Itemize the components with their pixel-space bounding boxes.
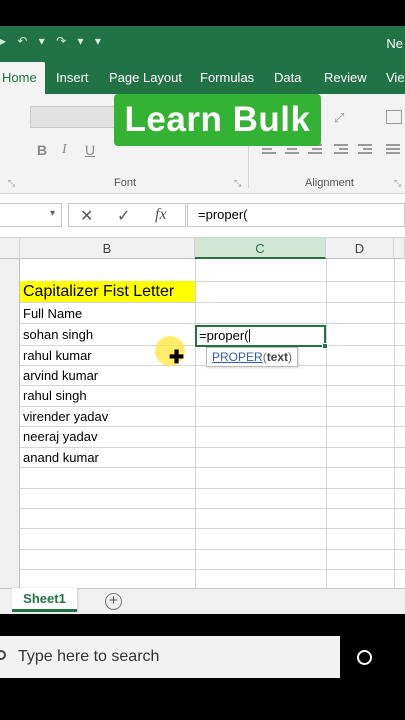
sheet-tabs-bar: Sheet1 + [0,588,405,614]
add-sheet-icon[interactable]: + [105,593,122,610]
chevron-down-icon[interactable]: ▾ [50,208,55,219]
gridline [20,488,405,489]
decrease-indent-icon[interactable] [334,144,348,156]
bold-button[interactable]: B [37,142,47,158]
orientation-icon[interactable]: ⤢ [334,110,348,125]
column-header-e[interactable] [394,238,405,259]
gridline [20,302,405,303]
tab-home[interactable]: Home [0,62,45,94]
wrap-text-icon[interactable] [386,110,402,124]
formula-bar: ▾ ✕ ✓ fx =proper( [0,194,405,238]
worksheet-grid[interactable]: B C D Capitalizer Fist Letter Full Name … [0,238,405,588]
search-placeholder: Type here to search [18,648,160,665]
text-caret [248,329,250,342]
gridline [394,259,395,588]
title-cell[interactable]: Capitalizer Fist Letter [20,281,195,302]
cell-cursor-icon: ✚ [169,347,185,367]
name-cell[interactable]: rahul kumar [23,346,92,366]
function-tooltip: PROPER(text) [206,347,299,367]
gridline [20,508,405,509]
active-cell-editor[interactable]: =proper( [195,325,328,349]
tooltip-argument: text [266,350,289,364]
active-cell-text: =proper( [199,328,249,343]
name-cell[interactable]: anand kumar [23,448,99,468]
increase-indent-icon[interactable] [358,144,372,156]
cortana-button[interactable] [340,636,405,678]
gridline [326,259,327,588]
underline-button[interactable]: U [85,142,95,158]
tab-view[interactable]: Vie [386,62,405,94]
cortana-icon [357,650,372,665]
quick-access-toolbar[interactable]: ▸ ↶ ▾ ↷ ▾ ▾ [0,34,105,48]
video-overlay-caption: Learn Bulk [114,94,321,146]
title-bar: ▸ ↶ ▾ ↷ ▾ ▾ Ne [0,26,405,62]
gridline [20,549,405,550]
taskbar-search[interactable]: Type here to search [0,636,340,678]
tab-insert[interactable]: Insert [56,62,89,94]
tab-review[interactable]: Review [324,62,367,94]
name-cell[interactable]: arvind kumar [23,366,98,386]
clipboard-launcher-icon[interactable]: ⤡ [8,178,15,189]
fill-handle[interactable] [322,343,328,349]
header-cell-full-name[interactable]: Full Name [23,304,82,324]
gridline [20,569,405,570]
formula-buttons: ✕ ✓ fx [68,203,186,227]
gridline [20,528,405,529]
column-header-b[interactable]: B [20,238,195,259]
cancel-icon[interactable]: ✕ [80,206,93,226]
font-group-label: Font [114,177,137,189]
column-header-d[interactable]: D [326,238,394,259]
tab-formulas[interactable]: Formulas [200,62,254,94]
italic-button[interactable]: I [62,142,67,158]
merge-center-icon[interactable] [386,144,400,156]
tooltip-close-paren: ) [288,350,293,364]
name-cell[interactable]: neeraj yadav [23,427,97,447]
sheet-tab-sheet1[interactable]: Sheet1 [12,588,77,612]
row-headers[interactable] [0,259,20,588]
tooltip-function-link[interactable]: PROPER [212,350,263,364]
enter-icon[interactable]: ✓ [117,206,130,226]
gridline [195,259,196,588]
windows-taskbar: Type here to search [0,636,405,678]
insert-function-icon[interactable]: fx [155,206,167,224]
search-icon [0,650,6,660]
video-frame: ▸ ↶ ▾ ↷ ▾ ▾ Ne Home Insert Page Layout F… [0,0,405,720]
name-cell[interactable]: sohan singh [23,325,93,345]
document-title: Ne [386,36,403,51]
name-cell[interactable]: virender yadav [23,407,108,427]
alignment-group-label: Alignment [305,177,354,189]
formula-input[interactable]: =proper( [187,203,405,227]
ribbon-tabs: Home Insert Page Layout Formulas Data Re… [0,62,405,94]
font-name-box[interactable] [30,106,122,128]
column-header-c[interactable]: C [195,238,326,259]
font-launcher-icon[interactable]: ⤡ [234,178,241,189]
tab-page-layout[interactable]: Page Layout [109,62,182,94]
name-box[interactable]: ▾ [0,203,62,227]
alignment-launcher-icon[interactable]: ⤡ [394,178,401,189]
select-all-corner[interactable] [0,238,20,259]
name-cell[interactable]: rahul singh [23,386,87,406]
tab-data[interactable]: Data [274,62,301,94]
